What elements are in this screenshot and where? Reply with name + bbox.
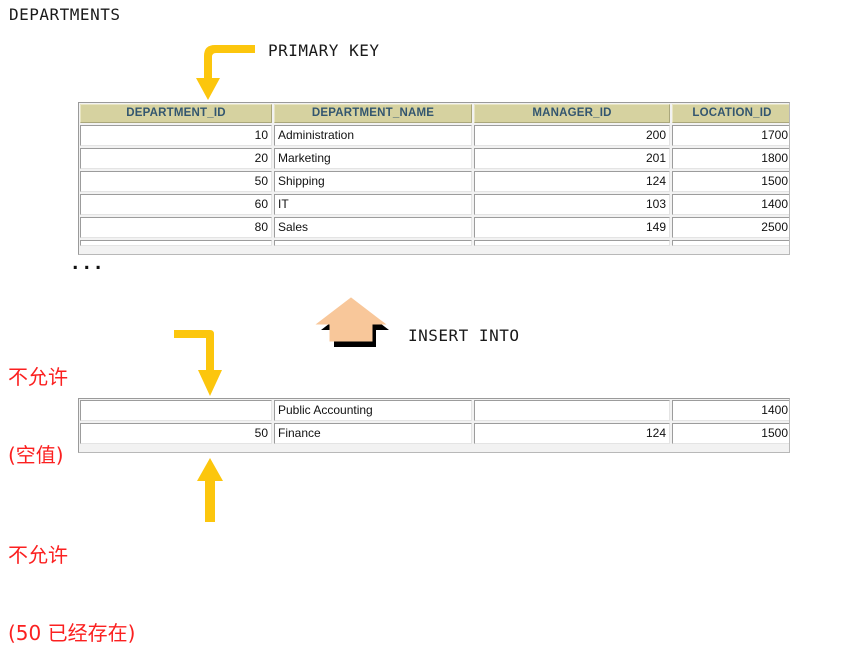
more-rows-indicator: ...	[72, 254, 107, 274]
insert-into-arrow	[315, 297, 389, 347]
cell-location-id[interactable]: 1800	[672, 148, 789, 169]
cell-department-name[interactable]: Shipping	[274, 171, 472, 192]
cell-location-id[interactable]: 1400	[672, 400, 789, 421]
cell-department-name[interactable]: Marketing	[274, 148, 472, 169]
cell-department-id[interactable]: 20	[80, 148, 272, 169]
cell-location-id[interactable]: 1700	[672, 125, 789, 146]
cell-manager-id[interactable]: 124	[474, 171, 670, 192]
cell-manager-id[interactable]: 124	[474, 423, 670, 444]
annotation-duplicate-not-allowed: 不允许 (50 已经存在)	[8, 490, 135, 672]
table-row[interactable]: 80 Sales 149 2500	[80, 217, 789, 240]
cell-manager-id[interactable]: 103	[474, 194, 670, 215]
insert-rows-table: Public Accounting 1400 50 Finance 124 15…	[78, 398, 790, 453]
annotation-null-line-2: (空值)	[8, 443, 64, 467]
page-title: DEPARTMENTS	[9, 5, 121, 24]
cell-clipped	[80, 240, 272, 246]
primary-key-arrow	[196, 45, 255, 100]
cell-location-id[interactable]: 1500	[672, 171, 789, 192]
duplicate-key-arrow	[197, 458, 223, 522]
column-header-manager-id[interactable]: MANAGER_ID	[474, 104, 670, 123]
cell-manager-id[interactable]	[474, 400, 670, 421]
cell-manager-id[interactable]: 201	[474, 148, 670, 169]
column-header-department-id[interactable]: DEPARTMENT_ID	[80, 104, 272, 123]
column-header-department-name[interactable]: DEPARTMENT_NAME	[274, 104, 472, 123]
cell-clipped	[672, 240, 789, 246]
column-header-location-id[interactable]: LOCATION_ID	[672, 104, 789, 123]
table-header-row: DEPARTMENT_ID DEPARTMENT_NAME MANAGER_ID…	[80, 104, 789, 125]
annotation-duplicate-line-2: (50 已经存在)	[8, 621, 136, 645]
cell-department-name[interactable]: IT	[274, 194, 472, 215]
cell-manager-id[interactable]: 149	[474, 217, 670, 238]
annotation-null-not-allowed: 不允许 (空值)	[8, 312, 68, 494]
cell-clipped	[274, 240, 472, 246]
primary-key-label: PRIMARY KEY	[268, 41, 380, 60]
cell-department-name[interactable]: Finance	[274, 423, 472, 444]
cell-location-id[interactable]: 1500	[672, 423, 789, 444]
cell-department-id[interactable]: 10	[80, 125, 272, 146]
insert-into-label: INSERT INTO	[408, 326, 520, 345]
annotation-null-line-1: 不允许	[8, 365, 68, 389]
table-row[interactable]: 10 Administration 200 1700	[80, 125, 789, 148]
annotation-duplicate-line-1: 不允许	[8, 543, 68, 567]
cell-clipped	[474, 240, 670, 246]
cell-location-id[interactable]: 2500	[672, 217, 789, 238]
cell-department-id[interactable]: 50	[80, 171, 272, 192]
table-row[interactable]: 50 Shipping 124 1500	[80, 171, 789, 194]
table-row[interactable]: 20 Marketing 201 1800	[80, 148, 789, 171]
departments-table: DEPARTMENT_ID DEPARTMENT_NAME MANAGER_ID…	[78, 102, 790, 255]
table-row[interactable]: 50 Finance 124 1500	[80, 423, 789, 446]
cell-department-id[interactable]: 60	[80, 194, 272, 215]
cell-department-name[interactable]: Sales	[274, 217, 472, 238]
cell-location-id[interactable]: 1400	[672, 194, 789, 215]
table-row-clipped	[80, 240, 789, 248]
table-row[interactable]: 60 IT 103 1400	[80, 194, 789, 217]
cell-department-name[interactable]: Administration	[274, 125, 472, 146]
null-constraint-arrow	[174, 330, 222, 396]
cell-department-id[interactable]: 50	[80, 423, 272, 444]
table-row[interactable]: Public Accounting 1400	[80, 400, 789, 423]
cell-department-id[interactable]	[80, 400, 272, 421]
arrow-layer	[174, 45, 389, 522]
cell-department-name[interactable]: Public Accounting	[274, 400, 472, 421]
cell-manager-id[interactable]: 200	[474, 125, 670, 146]
cell-department-id[interactable]: 80	[80, 217, 272, 238]
